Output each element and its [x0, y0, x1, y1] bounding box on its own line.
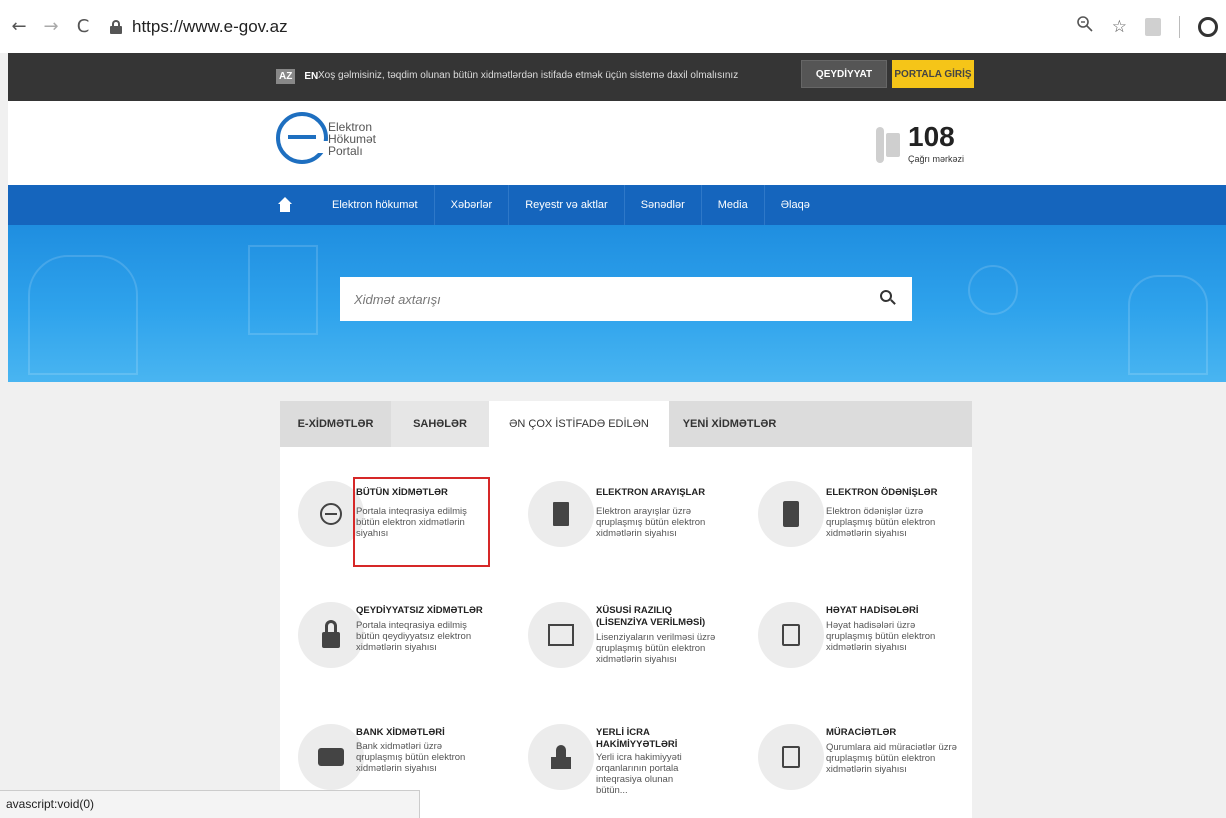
site-header: Elektron Hökumət Portalı 108 Çağrı mərkə…	[8, 101, 1226, 185]
card-local-executive-authorities[interactable]: YERLİ İCRA HAKİMİYYƏTLƏRİ Yerli icra hak…	[528, 724, 748, 818]
card-title[interactable]: ELEKTRON ÖDƏNİŞLƏR	[826, 487, 976, 499]
card-description: Yerli icra hakimiyyəti orqanlarının port…	[596, 752, 682, 796]
service-tabs: E-XİDMƏTLƏR SAHƏLƏR ƏN ÇOX İSTİFADƏ EDİL…	[280, 401, 972, 447]
lang-az[interactable]: AZ	[276, 69, 296, 84]
card-title[interactable]: MÜRACİƏTLƏR	[826, 727, 976, 739]
tab-areas[interactable]: SAHƏLƏR	[391, 401, 489, 447]
nav-item-e-government[interactable]: Elektron hökumət	[316, 185, 434, 225]
service-search	[340, 277, 912, 321]
nav-item-media[interactable]: Media	[700, 185, 764, 225]
nav-item-contact[interactable]: Əlaqə	[763, 185, 826, 225]
card-description: Portala inteqrasiya edilmiş bütün qeydiy…	[356, 620, 472, 653]
toolbar-separator	[1179, 15, 1180, 38]
nav-item-documents[interactable]: Sənədlər	[623, 185, 701, 225]
pos-terminal-icon	[783, 501, 799, 527]
card-description: Elektron arayışlar üzrə qruplaşmış bütün…	[596, 506, 706, 539]
url-text[interactable]: https://www.e-gov.az	[132, 17, 288, 37]
bookmark-star-icon[interactable]: ☆	[1112, 17, 1127, 37]
certificate-icon	[548, 624, 574, 646]
hero-decoration	[28, 255, 138, 375]
card-title[interactable]: XÜSUSİ RAZILIQ (LİSENZİYA VERİLMƏSİ)	[596, 605, 716, 629]
card-icon-circle	[528, 602, 594, 668]
pdf-extension-icon[interactable]	[1145, 17, 1161, 36]
card-description: Həyat hadisələri üzrə qruplaşmış bütün e…	[826, 620, 936, 653]
bank-card-icon	[318, 748, 344, 766]
card-icon-circle	[758, 602, 824, 668]
forward-icon[interactable]: →	[40, 16, 62, 38]
tab-filler	[790, 401, 972, 447]
account-icon[interactable]	[1198, 16, 1218, 37]
nav-item-registry[interactable]: Reyestr və aktlar	[508, 185, 624, 225]
card-title[interactable]: HƏYAT HADİSƏLƏRİ	[826, 605, 976, 617]
home-icon[interactable]	[276, 185, 298, 225]
top-bar: AZ EN Xoş gəlmisiniz, təqdim olunan bütü…	[8, 53, 1226, 101]
hero-decoration	[248, 245, 318, 335]
card-icon-circle	[528, 724, 594, 790]
highlight-annotation	[353, 477, 490, 567]
document-icon	[553, 502, 569, 526]
browser-actions: ☆	[1076, 0, 1218, 53]
hero-decoration	[1128, 275, 1208, 375]
e-logo-icon	[320, 503, 342, 525]
card-icon-circle	[758, 724, 824, 790]
hero-decoration	[968, 265, 1018, 315]
card-electronic-references[interactable]: ELEKTRON ARAYIŞLAR Elektron arayışlar üz…	[528, 481, 748, 591]
card-description: Qurumlara aid müraciətlər üzrə qruplaşmı…	[826, 742, 957, 775]
card-title[interactable]: YERLİ İCRA HAKİMİYYƏTLƏRİ	[596, 727, 706, 751]
card-title[interactable]: ELEKTRON ARAYIŞLAR	[596, 487, 746, 499]
card-description: Lisenziyaların verilməsi üzrə qruplaşmış…	[596, 632, 716, 665]
card-unregistered-services[interactable]: QEYDİYYATSIZ XİDMƏTLƏR Portala inteqrasi…	[298, 602, 518, 712]
welcome-text: Xoş gəlmisiniz, təqdim olunan bütün xidm…	[318, 70, 739, 81]
government-building-icon	[551, 745, 571, 769]
tab-e-services[interactable]: E-XİDMƏTLƏR	[280, 401, 391, 447]
card-icon-circle	[298, 602, 364, 668]
search-icon[interactable]	[880, 290, 896, 306]
card-description: Elektron ödənişlər üzrə qruplaşmış bütün…	[826, 506, 936, 539]
phone-icon	[876, 127, 902, 163]
card-icon-circle	[528, 481, 594, 547]
card-icon-circle	[298, 724, 364, 790]
address-bar[interactable]: https://www.e-gov.az	[110, 11, 288, 43]
card-appeals[interactable]: MÜRACİƏTLƏR Qurumlara aid müraciətlər üz…	[758, 724, 978, 818]
zoom-icon[interactable]	[1076, 15, 1094, 38]
back-icon[interactable]: ←	[8, 16, 30, 38]
unlock-icon	[322, 620, 340, 650]
register-button[interactable]: QEYDİYYAT	[801, 60, 887, 88]
card-life-events[interactable]: HƏYAT HADİSƏLƏRİ Həyat hadisələri üzrə q…	[758, 602, 978, 712]
portal-login-button[interactable]: PORTALA GİRİŞ	[892, 60, 974, 88]
card-description: Bank xidmətləri üzrə qruplaşmış bütün el…	[356, 741, 466, 774]
lock-icon	[110, 19, 122, 34]
tab-most-used[interactable]: ƏN ÇOX İSTİFADƏ EDİLƏN	[489, 401, 669, 447]
logo-line3: Portalı	[328, 144, 363, 158]
note-edit-icon	[782, 624, 800, 646]
status-bar: avascript:void(0)	[0, 790, 420, 818]
card-electronic-payments[interactable]: ELEKTRON ÖDƏNİŞLƏR Elektron ödənişlər üz…	[758, 481, 978, 591]
hotline-label: Çağrı mərkəzi	[908, 154, 965, 164]
note-edit-icon	[782, 746, 800, 768]
card-special-permission[interactable]: XÜSUSİ RAZILIQ (LİSENZİYA VERİLMƏSİ) Lis…	[528, 602, 748, 712]
tab-new-services[interactable]: YENİ XİDMƏTLƏR	[669, 401, 790, 447]
hotline-number[interactable]: 108	[908, 123, 955, 151]
card-title[interactable]: QEYDİYYATSIZ XİDMƏTLƏR	[356, 605, 506, 617]
language-switcher: AZ EN	[276, 69, 321, 84]
main-navigation: Elektron hökumət Xəbərlər Reyestr və akt…	[8, 185, 1226, 225]
browser-toolbar: ← → C https://www.e-gov.az ☆	[0, 0, 1226, 53]
e-gov-logo-icon[interactable]	[276, 112, 330, 164]
logo-text[interactable]: Elektron Hökumət Portalı	[328, 121, 376, 157]
card-title[interactable]: BANK XİDMƏTLƏRİ	[356, 727, 506, 739]
card-icon-circle	[758, 481, 824, 547]
reload-icon[interactable]: C	[72, 16, 94, 38]
nav-item-news[interactable]: Xəbərlər	[433, 185, 509, 225]
search-input[interactable]	[340, 277, 860, 321]
